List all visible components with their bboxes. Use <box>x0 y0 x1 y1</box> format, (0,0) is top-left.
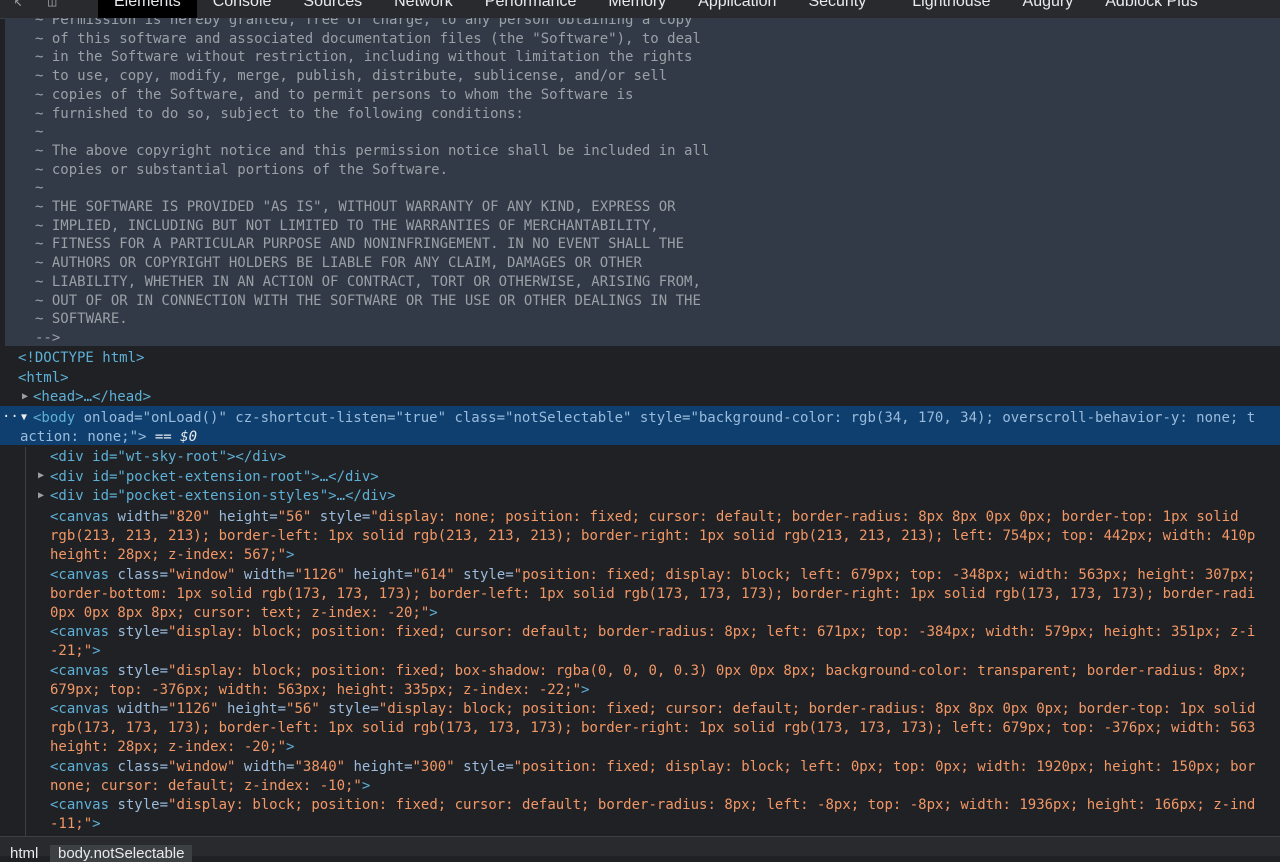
tab-elements[interactable]: Elements <box>98 0 197 18</box>
comment-line: ~ of this software and associated docume… <box>35 30 701 47</box>
child-node-pocket-extension-styles[interactable]: <div id="pocket-extension-styles">…</div… <box>50 487 396 505</box>
body-attributes-cont: action: none;"> <box>20 429 147 445</box>
tab-adblock-plus[interactable]: Adblock Plus <box>1089 0 1214 18</box>
comment-line: ~ copies or substantial portions of the … <box>35 161 449 178</box>
breadcrumb-html[interactable]: html <box>10 845 38 862</box>
child-node-wt-sky-root[interactable]: <div id="wt-sky-root"></div> <box>50 448 286 466</box>
canvas-node-cont: 679px; top: -376px; width: 563px; height… <box>50 681 590 698</box>
comment-line: ~ in the Software without restriction, i… <box>35 49 693 66</box>
canvas-node-cont: -21;"> <box>50 643 101 660</box>
canvas-node[interactable]: <canvas class="window" width="3840" heig… <box>50 758 1255 776</box>
child-node-pocket-extension-root[interactable]: <div id="pocket-extension-root">…</div> <box>50 468 379 486</box>
canvas-node-cont: 0px 0px 8px 8px; cursor: text; z-index: … <box>50 605 438 621</box>
inspect-element-icon[interactable]: ↖ <box>14 0 34 10</box>
canvas-node-cont: rgb(213, 213, 213); border-left: 1px sol… <box>50 528 1256 545</box>
tab-lighthouse[interactable]: Lighthouse <box>896 0 1006 18</box>
canvas-node[interactable]: <canvas style="display: block; position:… <box>50 623 1255 641</box>
canvas-node[interactable]: <canvas style="display: block; position:… <box>50 796 1255 814</box>
body-node-line2: action: none;"> == $0 <box>20 428 197 446</box>
canvas-node[interactable]: <canvas style="display: block; position:… <box>50 662 1247 680</box>
tab-network[interactable]: Network <box>378 0 469 18</box>
tab-application[interactable]: Application <box>682 0 792 18</box>
comment-line: ~ to use, copy, modify, merge, publish, … <box>35 68 668 85</box>
comment-line: ~ <box>35 180 44 197</box>
canvas-node-cont: -11;"> <box>50 816 101 833</box>
doctype-node[interactable]: <!DOCTYPE html> <box>18 349 144 367</box>
html-node[interactable]: <html> <box>18 369 69 387</box>
indent-guide <box>25 447 26 836</box>
comment-line: ~ LIABILITY, WHETHER IN AN ACTION OF CON… <box>35 273 701 290</box>
expand-head-icon[interactable]: ▶ <box>22 391 28 402</box>
comment-line: ~ <box>35 124 44 141</box>
expand-pocket-styles-icon[interactable]: ▶ <box>38 490 44 501</box>
head-node[interactable]: <head>…</head> <box>33 388 151 406</box>
selected-marker: == $0 <box>146 429 198 445</box>
comment-line: ~ OUT OF OR IN CONNECTION WITH THE SOFTW… <box>35 292 701 309</box>
device-toolbar-icon[interactable]: ◫ <box>48 0 68 10</box>
canvas-node-cont: border-bottom: 1px solid rgb(173, 173, 1… <box>50 585 1256 602</box>
canvas-node-cont: none; cursor: default; z-index: -10;"> <box>50 777 371 794</box>
comment-line: ~ IMPLIED, INCLUDING BUT NOT LIMITED TO … <box>35 217 659 234</box>
tab-console[interactable]: Console <box>197 0 288 18</box>
canvas-node[interactable]: <canvas width="820" height="56" style="d… <box>50 508 1239 526</box>
comment-line: ~ The above copyright notice and this pe… <box>35 142 710 159</box>
body-node-line1: <body onload="onLoad()" cz-shortcut-list… <box>33 409 1255 427</box>
license-comment-block[interactable]: ~ Permission is hereby granted, free of … <box>5 18 1280 346</box>
tab-security[interactable]: Security <box>792 0 882 18</box>
comment-line: ~ SOFTWARE. <box>35 311 128 328</box>
devtools-tab-bar: ↖ ◫ Elements Console Sources Network Per… <box>0 0 1280 19</box>
comment-line: --> <box>35 329 61 346</box>
tab-memory[interactable]: Memory <box>592 0 682 18</box>
comment-line: ~ copies of the Software, and to permit … <box>35 86 634 103</box>
elements-tree: ~ Permission is hereby granted, free of … <box>0 18 1280 836</box>
collapse-body-icon[interactable]: ▼ <box>21 412 27 423</box>
comment-line: ~ AUTHORS OR COPYRIGHT HOLDERS BE LIABLE… <box>35 255 642 272</box>
canvas-node-cont: height: 28px; z-index: -20;"> <box>50 739 295 756</box>
comment-line: ~ FITNESS FOR A PARTICULAR PURPOSE AND N… <box>35 236 685 253</box>
tab-sources[interactable]: Sources <box>287 0 378 18</box>
breadcrumb: html body.notSelectable <box>0 836 1280 862</box>
breadcrumb-body[interactable]: body.notSelectable <box>50 845 193 862</box>
comment-line: ~ furnished to do so, subject to the fol… <box>35 105 524 122</box>
body-attributes: onload="onLoad()" cz-shortcut-listen="tr… <box>75 410 1256 426</box>
comment-line: ~ THE SOFTWARE IS PROVIDED "AS IS", WITH… <box>35 199 676 215</box>
tab-augury[interactable]: Augury <box>1007 0 1090 18</box>
body-tag: <body <box>33 410 76 426</box>
canvas-node-cont: height: 28px; z-index: 567;"> <box>50 547 295 564</box>
tab-performance[interactable]: Performance <box>469 0 593 18</box>
canvas-node[interactable]: <canvas class="window" width="1126" heig… <box>50 566 1255 584</box>
comment-line: ~ Permission is hereby granted, free of … <box>35 18 693 28</box>
canvas-node-cont: rgb(173, 173, 173); border-left: 1px sol… <box>50 720 1256 737</box>
canvas-node[interactable]: <canvas width="1126" height="56" style="… <box>50 700 1255 718</box>
expand-pocket-root-icon[interactable]: ▶ <box>38 470 44 481</box>
